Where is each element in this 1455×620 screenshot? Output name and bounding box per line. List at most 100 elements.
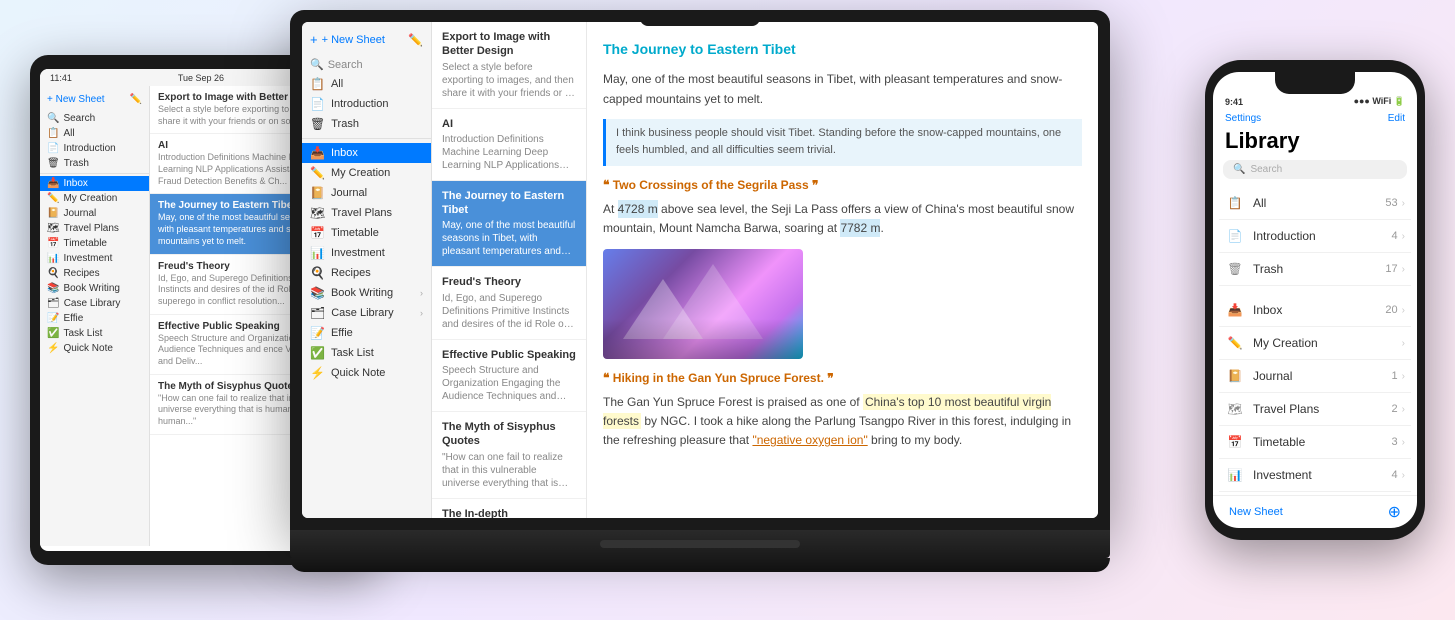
tablet-sidebar-timetable[interactable]: 📅 Timetable (40, 236, 149, 251)
phone-list-item-all[interactable]: 📋 All 53 › (1219, 187, 1411, 220)
laptop-editor[interactable]: The Journey to Eastern Tibet May, one of… (587, 22, 1098, 518)
phone-item-left: 🗑 Trash (1225, 259, 1283, 279)
note-title: Effective Public Speaking (442, 348, 576, 362)
sidebar-item-journal[interactable]: 📔 Journal (302, 183, 431, 203)
phone-list: 📋 All 53 › 📄 Introduction (1213, 187, 1417, 495)
sidebar-item-trash[interactable]: 🗑 Trash (302, 114, 431, 134)
tablet-sidebar-quick-note[interactable]: ⚡ Quick Note (40, 341, 149, 356)
travel-plans-icon: 🗺 (1225, 399, 1245, 419)
tablet-sidebar-investment[interactable]: 📊 Investment (40, 251, 149, 266)
editor-section3-para: The Gan Yun Spruce Forest is praised as … (603, 393, 1082, 451)
tablet-sidebar-book-writing[interactable]: 📚 Book Writing (40, 281, 149, 296)
tablet-sidebar-effie[interactable]: 📝 Effie (40, 311, 149, 326)
phone-item-right: 20 › (1385, 304, 1405, 316)
phone-edit-button[interactable]: Edit (1388, 113, 1405, 124)
tablet-sidebar-case-library[interactable]: 🗂 Case Library (40, 296, 149, 311)
tablet-time: 11:41 (50, 73, 72, 83)
laptop-stand (290, 558, 1110, 572)
phone-list-item-introduction[interactable]: 📄 Introduction 4 › (1219, 220, 1411, 253)
timetable-label: Timetable (63, 238, 107, 249)
phone-list-item-trash[interactable]: 🗑 Trash 17 › (1219, 253, 1411, 286)
note-item-sisyphus[interactable]: The Myth of Sisyphus Quotes "How can one… (432, 412, 586, 499)
phone-list-item-investment[interactable]: 📊 Investment 4 › (1219, 459, 1411, 492)
laptop-search-item[interactable]: 🔍 Search (302, 55, 431, 74)
note-item-freud[interactable]: Freud's Theory Id, Ego, and Superego Def… (432, 267, 586, 339)
phone-search-bar[interactable]: 🔍 Search (1223, 160, 1407, 179)
tablet-sidebar-search[interactable]: 🔍 Search (40, 111, 149, 126)
case-library-icon: 🗂 (310, 306, 325, 320)
phone-list-item-timetable[interactable]: 📅 Timetable 3 › (1219, 426, 1411, 459)
introduction-label: Introduction (331, 98, 388, 110)
sidebar-item-case-library[interactable]: 🗂 Case Library › (302, 303, 431, 323)
chevron-icon: › (1402, 305, 1405, 316)
sidebar-item-travel-plans[interactable]: 🗺 Travel Plans (302, 203, 431, 223)
case-library-label: Case Library (64, 298, 121, 309)
phone-list-item-travel-plans[interactable]: 🗺 Travel Plans 2 › (1219, 393, 1411, 426)
sidebar-item-timetable[interactable]: 📅 Timetable (302, 223, 431, 243)
task-list-label: Task List (63, 328, 102, 339)
sidebar-item-all[interactable]: 📋 All (302, 74, 431, 94)
tablet-sidebar-all[interactable]: 📋 All (40, 126, 149, 141)
phone-item-left: 📄 Introduction (1225, 226, 1316, 246)
phone-list-item-journal[interactable]: 📔 Journal 1 › (1219, 360, 1411, 393)
sidebar-item-inbox[interactable]: 📥 Inbox (302, 143, 431, 163)
sidebar-item-introduction[interactable]: 📄 Introduction (302, 94, 431, 114)
laptop-new-sheet-button[interactable]: + + New Sheet (310, 32, 385, 47)
note-item-ai[interactable]: AI Introduction Definitions Machine Lear… (432, 109, 586, 181)
task-list-icon: ✅ (47, 328, 59, 339)
book-writing-icon: 📚 (310, 286, 325, 300)
chevron-icon: › (1402, 470, 1405, 481)
note-item-tibet[interactable]: The Journey to Eastern Tibet May, one of… (432, 181, 586, 268)
laptop-body: + + New Sheet ✏️ 🔍 Search 📋 All � (290, 10, 1110, 530)
sidebar-item-investment[interactable]: 📊 Investment (302, 243, 431, 263)
effie-icon: 📝 (310, 326, 325, 340)
phone-new-sheet-button[interactable]: New Sheet (1229, 506, 1283, 518)
tablet-sidebar-introduction[interactable]: 📄 Introduction (40, 141, 149, 156)
chevron-icon: › (1402, 231, 1405, 242)
highlight-top10: China's top 10 most beautiful virgin for… (603, 394, 1051, 429)
highlight-7782: 7782 m (840, 219, 880, 237)
tablet-sidebar-task-list[interactable]: ✅ Task List (40, 326, 149, 341)
editor-quote: I think business people should visit Tib… (603, 119, 1082, 166)
sidebar-item-task-list[interactable]: ✅ Task List (302, 343, 431, 363)
tablet-sidebar-divider (40, 173, 149, 174)
note-title: Freud's Theory (442, 275, 576, 289)
investment-label: Investment (331, 247, 385, 259)
note-item-export[interactable]: Export to Image with Better Design Selec… (432, 22, 586, 109)
phone-bottom-bar: New Sheet ⊕ (1213, 495, 1417, 528)
my-creation-label: My Creation (331, 167, 390, 179)
phone-search-placeholder: Search (1250, 164, 1282, 175)
laptop-app: + + New Sheet ✏️ 🔍 Search 📋 All � (302, 22, 1098, 518)
sidebar-item-recipes[interactable]: 🍳 Recipes (302, 263, 431, 283)
sidebar-item-my-creation[interactable]: ✏️ My Creation (302, 163, 431, 183)
tablet-sidebar-travel-plans[interactable]: 🗺 Travel Plans (40, 221, 149, 236)
quick-note-icon: ⚡ (47, 343, 59, 354)
phone-list-item-my-creation[interactable]: ✏️ My Creation › (1219, 327, 1411, 360)
case-library-icon: 🗂 (47, 298, 60, 309)
tablet-sidebar-my-creation[interactable]: ✏️ My Creation (40, 191, 149, 206)
trash-icon: 🗑 (1225, 259, 1245, 279)
phone-item-right: 2 › (1392, 403, 1405, 415)
note-item-speaking[interactable]: Effective Public Speaking Speech Structu… (432, 340, 586, 412)
investment-count: 4 (1392, 469, 1398, 481)
sidebar-item-quick-note[interactable]: ⚡ Quick Note (302, 363, 431, 383)
sidebar-item-effie[interactable]: 📝 Effie (302, 323, 431, 343)
phone-nav-bar: Settings Edit (1213, 109, 1417, 128)
tablet-sidebar-journal[interactable]: 📔 Journal (40, 206, 149, 221)
tablet-sidebar-inbox[interactable]: 📥 Inbox (40, 176, 149, 191)
tablet-sidebar-trash[interactable]: 🗑 Trash (40, 156, 149, 171)
compose-icon[interactable]: ✏️ (408, 33, 423, 47)
phone-item-right: 1 › (1392, 370, 1405, 382)
phone-new-sheet-icon[interactable]: ⊕ (1388, 502, 1401, 522)
timetable-label: Timetable (1253, 435, 1305, 449)
note-item-emerging[interactable]: The In-depth Retrospective of Emerging C… (432, 499, 586, 518)
tablet-new-sheet-button[interactable]: + New Sheet (47, 94, 105, 105)
phone-item-left: 🗺 Travel Plans (1225, 399, 1319, 419)
phone-device: 9:41 ●●● WiFi 🔋 Settings Edit Library 🔍 … (1205, 60, 1425, 540)
sidebar-item-book-writing[interactable]: 📚 Book Writing › (302, 283, 431, 303)
tablet-compose-icon[interactable]: ✏️ (130, 94, 142, 105)
phone-back-button[interactable]: Settings (1225, 113, 1261, 124)
tablet-sidebar-recipes[interactable]: 🍳 Recipes (40, 266, 149, 281)
journal-label: Journal (63, 208, 96, 219)
phone-list-item-inbox[interactable]: 📥 Inbox 20 › (1219, 294, 1411, 327)
